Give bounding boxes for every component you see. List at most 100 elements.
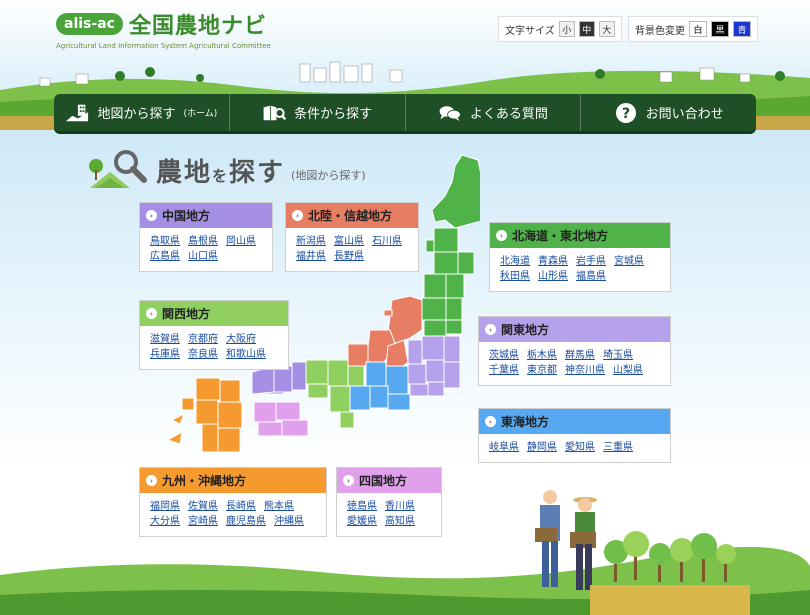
pref-link[interactable]: 滋賀県 bbox=[150, 334, 180, 345]
region-kanto-prefs: 茨城県 栃木県 群馬県 埼玉県 千葉県 東京都 神奈川県 山梨県 bbox=[479, 342, 670, 384]
logo-title: 全国農地ナビ bbox=[128, 14, 267, 39]
region-hokuriku-title: 北陸・信越地方 bbox=[308, 209, 393, 223]
pref-link[interactable]: 東京都 bbox=[527, 365, 557, 376]
region-tokai: › 東海地方 岐阜県 静岡県 愛知県 三重県 bbox=[478, 408, 671, 463]
pref-link[interactable]: 群馬県 bbox=[565, 350, 595, 361]
pref-link[interactable]: 福島県 bbox=[576, 271, 606, 282]
svg-text:?: ? bbox=[622, 106, 630, 122]
nav-map-search[interactable]: 地図から探す (ホーム) bbox=[54, 94, 229, 131]
pref-link[interactable]: 秋田県 bbox=[500, 271, 530, 282]
pref-link[interactable]: 三重県 bbox=[603, 442, 633, 453]
main-navigation: 地図から探す (ホーム) 条件から探す よくある質問 ? お問い合わせ bbox=[54, 94, 756, 134]
pref-link[interactable]: 京都府 bbox=[188, 334, 218, 345]
pref-link[interactable]: 栃木県 bbox=[527, 350, 557, 361]
region-kansai-header[interactable]: › 関西地方 bbox=[140, 301, 288, 326]
pref-link[interactable]: 長野県 bbox=[334, 251, 364, 262]
question-circle-icon: ? bbox=[614, 102, 638, 124]
farm-search-icon bbox=[89, 150, 147, 188]
region-kansai: › 関西地方 滋賀県 京都府 大阪府 兵庫県 奈良県 和歌山県 bbox=[139, 300, 289, 370]
pref-link[interactable]: 静岡県 bbox=[527, 442, 557, 453]
region-tokai-title: 東海地方 bbox=[501, 415, 550, 429]
pref-link[interactable]: 大阪府 bbox=[226, 334, 256, 345]
nav-condition-search-label: 条件から探す bbox=[294, 107, 373, 122]
pref-link[interactable]: 富山県 bbox=[334, 236, 364, 247]
region-hokuriku-header[interactable]: › 北陸・信越地方 bbox=[286, 203, 418, 228]
pref-link[interactable]: 北海道 bbox=[500, 256, 530, 267]
chevron-right-icon: › bbox=[292, 210, 303, 221]
font-size-label: 文字サイズ bbox=[505, 25, 555, 37]
pref-link[interactable]: 宮城県 bbox=[614, 256, 644, 267]
font-size-small-button[interactable]: 小 bbox=[558, 21, 575, 37]
pref-link[interactable]: 岡山県 bbox=[226, 236, 256, 247]
pref-link[interactable]: 神奈川県 bbox=[565, 365, 605, 376]
region-tohoku-title: 北海道・東北地方 bbox=[512, 229, 609, 243]
background-color-control: 背景色変更 白 黒 青 bbox=[628, 16, 758, 42]
font-size-medium-button[interactable]: 中 bbox=[578, 21, 595, 37]
region-tohoku: › 北海道・東北地方 北海道 青森県 岩手県 宮城県 秋田県 山形県 福島県 bbox=[489, 222, 671, 292]
nav-map-search-sub: (ホーム) bbox=[183, 109, 218, 119]
background-color-label: 背景色変更 bbox=[635, 25, 685, 37]
footer-scenery bbox=[0, 490, 810, 615]
pref-link[interactable]: 千葉県 bbox=[489, 365, 519, 376]
font-size-control: 文字サイズ 小 中 大 bbox=[498, 16, 622, 42]
chevron-right-icon: › bbox=[146, 210, 157, 221]
pref-link[interactable]: 兵庫県 bbox=[150, 349, 180, 360]
pref-link[interactable]: 和歌山県 bbox=[226, 349, 266, 360]
chevron-right-icon: › bbox=[496, 230, 507, 241]
pref-link[interactable]: 広島県 bbox=[150, 251, 180, 262]
nav-faq-label: よくある質問 bbox=[469, 107, 548, 122]
nav-contact[interactable]: ? お問い合わせ bbox=[580, 94, 756, 131]
map-region-hokkaido-tohoku[interactable] bbox=[421, 154, 480, 337]
region-tohoku-header[interactable]: › 北海道・東北地方 bbox=[490, 223, 670, 248]
logo-subtitle: Agricultural Land Information System Agr… bbox=[56, 42, 271, 50]
nav-faq[interactable]: よくある質問 bbox=[404, 94, 581, 131]
nav-contact-label: お問い合わせ bbox=[645, 107, 724, 122]
region-tohoku-prefs: 北海道 青森県 岩手県 宮城県 秋田県 山形県 福島県 bbox=[490, 248, 670, 290]
region-chugoku: › 中国地方 鳥取県 島根県 岡山県 広島県 山口県 bbox=[139, 202, 273, 272]
map-region-kanto[interactable] bbox=[407, 335, 461, 397]
pref-link[interactable]: 山口県 bbox=[188, 251, 218, 262]
pref-link[interactable]: 新潟県 bbox=[296, 236, 326, 247]
region-chugoku-header[interactable]: › 中国地方 bbox=[140, 203, 272, 228]
nav-map-search-label: 地図から探す bbox=[97, 107, 176, 122]
pref-link[interactable]: 山梨県 bbox=[613, 365, 643, 376]
region-kanto-title: 関東地方 bbox=[501, 323, 550, 337]
pref-link[interactable]: 奈良県 bbox=[188, 349, 218, 360]
region-kansai-title: 関西地方 bbox=[162, 307, 211, 321]
bg-blue-button[interactable]: 青 bbox=[733, 21, 751, 37]
region-chugoku-title: 中国地方 bbox=[162, 209, 211, 223]
region-kanto: › 関東地方 茨城県 栃木県 群馬県 埼玉県 千葉県 東京都 神奈川県 山梨県 bbox=[478, 316, 671, 386]
chevron-right-icon: › bbox=[485, 416, 496, 427]
pref-link[interactable]: 岩手県 bbox=[576, 256, 606, 267]
region-tokai-prefs: 岐阜県 静岡県 愛知県 三重県 bbox=[479, 434, 670, 461]
chevron-right-icon: › bbox=[146, 308, 157, 319]
region-kansai-prefs: 滋賀県 京都府 大阪府 兵庫県 奈良県 和歌山県 bbox=[140, 326, 288, 368]
pref-link[interactable]: 石川県 bbox=[372, 236, 402, 247]
region-chugoku-prefs: 鳥取県 島根県 岡山県 広島県 山口県 bbox=[140, 228, 272, 270]
pref-link[interactable]: 埼玉県 bbox=[603, 350, 633, 361]
region-tokai-header[interactable]: › 東海地方 bbox=[479, 409, 670, 434]
region-hokuriku-prefs: 新潟県 富山県 石川県 福井県 長野県 bbox=[286, 228, 418, 270]
pref-link[interactable]: 福井県 bbox=[296, 251, 326, 262]
book-search-icon bbox=[262, 102, 287, 124]
pref-link[interactable]: 岐阜県 bbox=[489, 442, 519, 453]
region-kanto-header[interactable]: › 関東地方 bbox=[479, 317, 670, 342]
chevron-right-icon: › bbox=[485, 324, 496, 335]
pref-link[interactable]: 鳥取県 bbox=[150, 236, 180, 247]
nav-condition-search[interactable]: 条件から探す bbox=[228, 94, 405, 131]
logo-badge: alis-ac bbox=[56, 13, 123, 35]
map-region-shikoku[interactable] bbox=[253, 401, 309, 437]
bg-white-button[interactable]: 白 bbox=[689, 21, 707, 37]
map-building-icon bbox=[65, 102, 89, 124]
font-size-large-button[interactable]: 大 bbox=[598, 21, 615, 37]
pref-link[interactable]: 茨城県 bbox=[489, 350, 519, 361]
pref-link[interactable]: 青森県 bbox=[538, 256, 568, 267]
map-region-kyushu[interactable] bbox=[166, 377, 243, 453]
bg-black-button[interactable]: 黒 bbox=[711, 21, 729, 37]
wheat-illustration bbox=[590, 585, 750, 615]
site-logo[interactable]: alis-ac 全国農地ナビ bbox=[56, 8, 267, 40]
speech-bubbles-icon bbox=[438, 102, 462, 124]
pref-link[interactable]: 山形県 bbox=[538, 271, 568, 282]
pref-link[interactable]: 島根県 bbox=[188, 236, 218, 247]
pref-link[interactable]: 愛知県 bbox=[565, 442, 595, 453]
